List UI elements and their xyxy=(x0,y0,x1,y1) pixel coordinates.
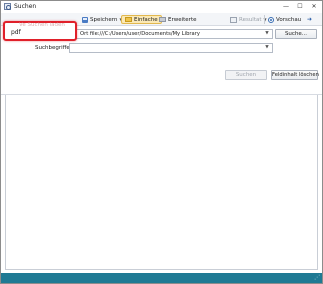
title-bar: Suchen — ☐ ✕ xyxy=(1,1,322,13)
overlay-ghost-text: Ve Suchen laden xyxy=(19,22,65,28)
results-icon xyxy=(230,16,237,23)
save-search-button[interactable]: Speichern ▼ xyxy=(82,15,123,24)
keyword-label: Suchbegriffe: xyxy=(35,45,72,51)
results-label: Resultat xyxy=(239,16,262,23)
results-button[interactable]: Resultat ▼ xyxy=(230,15,267,24)
save-icon xyxy=(82,16,88,23)
keyword-input[interactable] xyxy=(69,43,273,53)
results-panel[interactable] xyxy=(5,95,318,270)
save-search-label: Speichern xyxy=(90,16,118,23)
browse-button[interactable]: Suche... xyxy=(275,29,317,39)
chevron-down-icon[interactable]: ▼ xyxy=(262,29,272,39)
window-title: Suchen xyxy=(14,3,37,10)
toolbar-separator xyxy=(264,15,265,24)
pin-icon: ➜ xyxy=(307,15,313,23)
maximize-button[interactable]: ☐ xyxy=(293,2,307,11)
simple-search-label: Einfache xyxy=(134,16,158,23)
simple-search-button[interactable]: Einfache xyxy=(121,15,162,24)
clear-fields-button[interactable]: Feldinhalt löschen xyxy=(271,70,319,80)
preview-icon xyxy=(268,16,274,23)
location-field[interactable]: Ort file:///C:/Users/user/Documents/My L… xyxy=(47,29,273,39)
resize-grip-icon[interactable]: ⋰ xyxy=(314,274,320,282)
pin-button[interactable]: ➜ xyxy=(307,15,313,24)
minimize-button[interactable]: — xyxy=(279,2,293,11)
search-window: Suchen — ☐ ✕ Speichern ▼ Einfache Erweit… xyxy=(0,0,323,284)
preview-button[interactable]: Vorschau xyxy=(268,15,301,24)
simple-search-icon xyxy=(125,17,132,22)
advanced-search-button[interactable]: Erweiterte xyxy=(159,15,197,24)
advanced-search-label: Erweiterte xyxy=(168,16,197,23)
preview-label: Vorschau xyxy=(276,16,302,23)
advanced-search-icon xyxy=(159,17,166,22)
chevron-down-icon[interactable]: ▼ xyxy=(262,43,272,53)
search-app-icon xyxy=(4,3,11,10)
search-button[interactable]: Suchen xyxy=(225,70,267,80)
highlighted-filter-box[interactable]: Ve Suchen laden pdf xyxy=(3,21,77,41)
status-bar: ⋰ xyxy=(1,273,322,283)
close-button[interactable]: ✕ xyxy=(307,2,321,11)
filter-value[interactable]: pdf xyxy=(11,29,21,36)
